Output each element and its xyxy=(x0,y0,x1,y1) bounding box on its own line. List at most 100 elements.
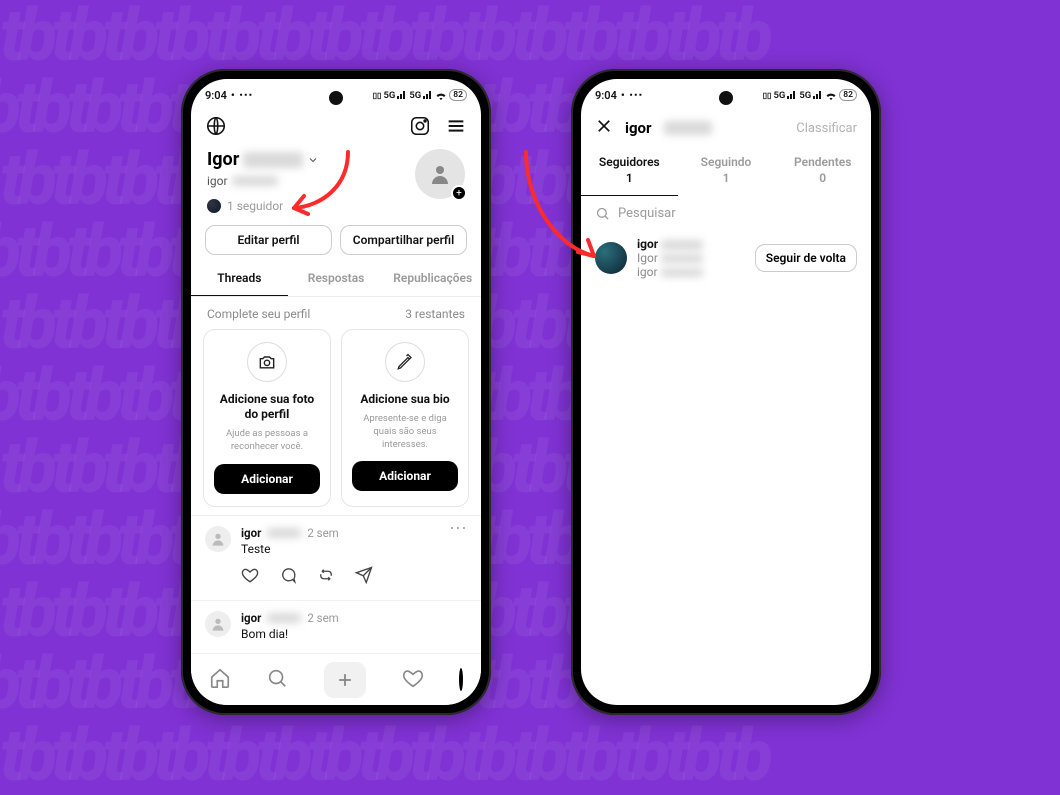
post-username-redacted xyxy=(267,613,301,623)
follower-avatar-chip xyxy=(207,199,221,213)
signal-bars-icon xyxy=(397,91,407,99)
avatar[interactable]: + xyxy=(415,149,465,199)
status-separator: • xyxy=(231,89,235,102)
profile-tab-icon[interactable] xyxy=(459,670,463,689)
name-redacted xyxy=(243,152,303,168)
post-actions xyxy=(191,562,481,601)
follower-avatar xyxy=(595,242,627,274)
phone-right-frame: 9:04 • ⋯ ▯▯ 5G 5G 82 igor Classificar xyxy=(571,69,881,715)
pencil-icon xyxy=(396,353,414,371)
tab-following[interactable]: Seguindo 1 xyxy=(678,149,775,196)
search-input[interactable]: Pesquisar xyxy=(595,206,857,221)
card-add-bio: Adicione sua bio Apresente-se e diga qua… xyxy=(341,329,469,507)
signal-bars-icon xyxy=(787,91,797,99)
repost-icon[interactable] xyxy=(317,566,335,588)
post-item[interactable]: igor 2 sem Bom dia! xyxy=(191,601,481,647)
follower-handle: igor xyxy=(637,265,658,279)
card-photo-button[interactable]: Adicionar xyxy=(214,464,320,494)
activity-icon[interactable] xyxy=(402,667,424,693)
post-avatar xyxy=(205,526,231,552)
bottom-nav xyxy=(191,653,481,705)
header-username: igor xyxy=(625,119,652,137)
like-icon[interactable] xyxy=(241,566,259,588)
status-more-icon: ⋯ xyxy=(239,91,254,99)
phone-left-screen: 9:04 • ⋯ ▯▯ 5G 5G 82 xyxy=(191,79,481,705)
card-photo-sub: Ajude as pessoas a reconhecer você. xyxy=(214,428,320,454)
phone-right-screen: 9:04 • ⋯ ▯▯ 5G 5G 82 igor Classificar xyxy=(581,79,871,705)
signal-icon: ▯▯ xyxy=(373,91,382,100)
profile-name: Igor xyxy=(207,149,239,170)
tab-pending-label: Pendentes xyxy=(794,155,851,169)
tab-replies[interactable]: Respostas xyxy=(288,261,385,296)
tab-followers-count: 1 xyxy=(583,171,676,185)
hamburger-menu-icon[interactable] xyxy=(445,115,467,137)
post-username: igor xyxy=(241,611,261,625)
battery-level: 82 xyxy=(843,90,853,100)
username-redacted xyxy=(232,176,278,186)
compose-button[interactable] xyxy=(324,662,366,698)
follower-username-redacted xyxy=(661,240,703,250)
follower-row[interactable]: igor Igor igor Seguir de volta xyxy=(581,227,871,289)
instagram-icon[interactable] xyxy=(409,115,431,137)
post-username: igor xyxy=(241,526,261,540)
search-icon xyxy=(595,206,610,221)
tab-following-count: 1 xyxy=(680,171,773,185)
share-icon[interactable] xyxy=(355,566,373,588)
edit-profile-button[interactable]: Editar perfil xyxy=(205,225,332,255)
signal-label: 5G xyxy=(383,90,395,101)
globe-icon[interactable] xyxy=(205,115,227,137)
camera-hole xyxy=(719,91,733,105)
post-avatar xyxy=(205,611,231,637)
profile-username: igor xyxy=(207,174,228,188)
card-bio-sub: Apresente-se e diga quais são seus inter… xyxy=(352,413,458,451)
signal-bars-icon-2 xyxy=(813,91,823,99)
search-nav-icon[interactable] xyxy=(266,667,288,693)
header-username-redacted xyxy=(664,121,712,135)
search-placeholder: Pesquisar xyxy=(618,206,676,221)
complete-profile-label: Complete seu perfil xyxy=(207,307,310,321)
card-bio-button[interactable]: Adicionar xyxy=(352,461,458,491)
status-separator: • xyxy=(621,89,625,102)
profile-tabs: Threads Respostas Republicações xyxy=(191,261,481,297)
post-text: Bom dia! xyxy=(241,627,467,641)
signal-label-2: 5G xyxy=(409,90,421,101)
post-more-icon[interactable]: ⋯ xyxy=(449,526,467,556)
card-photo-title: Adicione sua foto do perfil xyxy=(214,392,320,422)
home-icon[interactable] xyxy=(209,667,231,693)
post-item[interactable]: igor 2 sem Teste ⋯ xyxy=(191,516,481,562)
signal-label-2: 5G xyxy=(799,90,811,101)
comment-icon[interactable] xyxy=(279,566,297,588)
card-add-photo: Adicione sua foto do perfil Ajude as pes… xyxy=(203,329,331,507)
chevron-down-icon[interactable] xyxy=(307,154,319,166)
battery-level: 82 xyxy=(453,90,463,100)
signal-label: 5G xyxy=(773,90,785,101)
follow-back-button[interactable]: Seguir de volta xyxy=(755,244,857,272)
close-icon[interactable] xyxy=(595,117,613,139)
complete-profile-remaining: 3 restantes xyxy=(405,307,465,321)
wifi-icon xyxy=(825,91,837,100)
tab-pending[interactable]: Pendentes 0 xyxy=(774,149,871,196)
post-text: Teste xyxy=(241,542,439,556)
tab-pending-count: 0 xyxy=(776,171,869,185)
wifi-icon xyxy=(435,91,447,100)
camera-hole xyxy=(329,91,343,105)
post-time: 2 sem xyxy=(307,611,338,625)
tab-threads[interactable]: Threads xyxy=(191,261,288,296)
sort-button[interactable]: Classificar xyxy=(796,121,857,136)
followers-link[interactable]: 1 seguidor xyxy=(207,199,319,213)
share-profile-button[interactable]: Compartilhar perfil xyxy=(340,225,467,255)
status-more-icon: ⋯ xyxy=(629,91,644,99)
profile-header: Igor igor 1 seguidor + xyxy=(191,145,481,213)
tab-followers[interactable]: Seguidores 1 xyxy=(581,149,678,196)
followers-text: 1 seguidor xyxy=(227,199,283,213)
follower-username: igor xyxy=(637,237,658,251)
tab-reposts[interactable]: Republicações xyxy=(384,261,481,296)
signal-bars-icon-2 xyxy=(423,91,433,99)
post-username-redacted xyxy=(267,528,301,538)
top-bar xyxy=(191,107,481,145)
tab-following-label: Seguindo xyxy=(701,155,752,169)
status-time: 9:04 xyxy=(595,89,617,102)
followers-tabs: Seguidores 1 Seguindo 1 Pendentes 0 xyxy=(581,149,871,196)
post-time: 2 sem xyxy=(307,526,338,540)
camera-icon xyxy=(257,352,277,372)
